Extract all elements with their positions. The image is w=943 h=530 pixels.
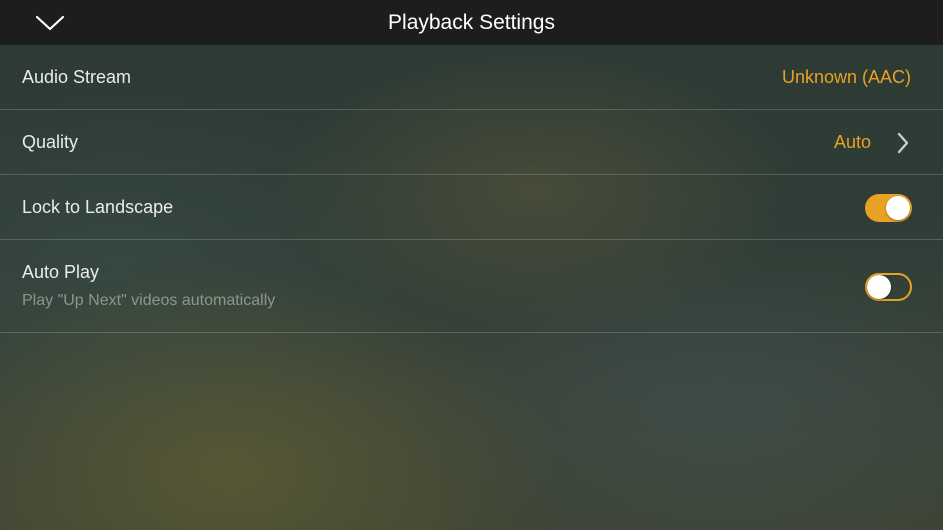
page-title: Playback Settings (388, 11, 555, 34)
toggle-knob (886, 196, 910, 220)
auto-play-label: Auto Play (22, 262, 100, 282)
collapse-button[interactable] (30, 6, 70, 40)
auto-play-description: Play "Up Next" videos automatically (22, 292, 276, 309)
toggle-knob (867, 275, 891, 299)
header-bar: Playback Settings (0, 0, 943, 45)
chevron-down-icon (35, 15, 65, 31)
quality-label: Quality (22, 132, 79, 152)
audio-stream-value: Unknown (AAC) (781, 67, 911, 87)
lock-landscape-toggle[interactable] (865, 194, 912, 222)
lock-landscape-label: Lock to Landscape (22, 197, 174, 217)
auto-play-toggle[interactable] (865, 273, 912, 301)
quality-value: Auto (833, 132, 871, 152)
audio-stream-row[interactable]: Audio Stream Unknown (AAC) (0, 45, 943, 110)
lock-landscape-row: Lock to Landscape (0, 175, 943, 240)
auto-play-row: Auto Play Play "Up Next" videos automati… (0, 240, 943, 333)
chevron-right-icon (897, 132, 909, 154)
audio-stream-label: Audio Stream (22, 67, 132, 87)
quality-row[interactable]: Quality Auto (0, 110, 943, 175)
